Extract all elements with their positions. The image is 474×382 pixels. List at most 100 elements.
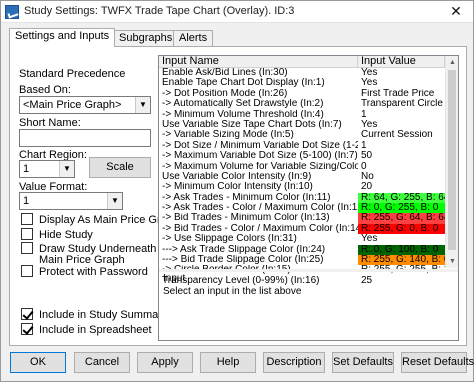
value-format-value: 1	[23, 195, 30, 207]
input-value-cell[interactable]: Transparent Circle	[358, 99, 445, 109]
inputs-grid: Input Name Input Value Enable Ask/Bid Li…	[158, 55, 459, 341]
input-value-cell[interactable]: Yes	[358, 120, 445, 130]
checkmark-icon	[21, 323, 33, 336]
input-value-cell[interactable]: No	[358, 172, 445, 182]
checkmark-icon	[21, 308, 33, 321]
title-bar: Study Settings: TWFX Trade Tape Chart (O…	[1, 1, 473, 23]
app-icon	[5, 5, 19, 19]
input-name-cell: -> Minimum Volume Threshold (In:4)	[162, 109, 324, 120]
table-row[interactable]: -> Variable Sizing Mode (In:5) Current Se…	[159, 130, 445, 140]
draw-study-underneath-label-line2: Main Price Graph	[39, 254, 125, 266]
chart-region-value: 1	[23, 163, 30, 175]
input-name-cell: ---> Ask Trade Slippage Color (In:24)	[162, 244, 326, 255]
column-header-input-name[interactable]: Input Name	[159, 56, 358, 68]
reset-defaults-button[interactable]: Reset Defaults	[401, 352, 474, 373]
input-value-cell[interactable]: 50	[358, 151, 445, 161]
input-value-cell[interactable]: 25	[358, 276, 445, 286]
input-value-cell[interactable]: 1	[358, 141, 445, 151]
chart-region-dropdown[interactable]: 1 ▼	[19, 160, 75, 178]
table-row[interactable]: -> Maximum Volume for Variable Sizing/Co…	[159, 162, 445, 172]
tab-subgraphs[interactable]: Subgraphs	[113, 30, 179, 46]
settings-panel: Standard Precedence Based On: <Main Pric…	[9, 46, 467, 346]
table-row[interactable]: Enable Ask/Bid Lines (In:30) Yes	[159, 68, 445, 78]
study-settings-window: Study Settings: TWFX Trade Tape Chart (O…	[0, 0, 474, 382]
hide-study-checkbox[interactable]: Hide Study	[21, 228, 93, 241]
chevron-down-icon: ▼	[59, 161, 74, 177]
table-row[interactable]: -> Use Slippage Colors (In:31) Yes	[159, 234, 445, 244]
table-row[interactable]: -> Bid Trades - Minimum Color (In:13) R: …	[159, 213, 445, 224]
table-row[interactable]: -> Dot Size / Minimum Variable Dot Size …	[159, 141, 445, 151]
input-value-cell[interactable]: Yes	[358, 234, 445, 244]
close-icon[interactable]: ✕	[439, 1, 473, 22]
input-name-cell: -> Bid Trades - Minimum Color (In:13)	[162, 213, 330, 224]
short-name-input[interactable]	[19, 129, 151, 147]
input-value-cell[interactable]: 0	[358, 162, 445, 172]
table-row[interactable]: -> Ask Trades - Minimum Color (In:11) R: …	[159, 192, 445, 204]
based-on-label: Based On:	[19, 84, 71, 96]
description-button[interactable]: Description	[263, 352, 325, 373]
input-name-cell: -> Variable Sizing Mode (In:5)	[162, 130, 294, 141]
table-row[interactable]: ---> Ask Trade Slippage Color (In:24) R: …	[159, 244, 445, 256]
scroll-thumb[interactable]	[448, 70, 456, 250]
input-name-cell: -> Use Slippage Colors (In:31)	[162, 234, 297, 245]
display-as-main-price-graph-checkbox[interactable]: Display As Main Price Graph	[21, 213, 179, 226]
input-value-cell[interactable]: R: 255, G: 0, B: 0	[358, 223, 445, 235]
input-name-cell: -> Ask Trades - Color / Maximum Color (I…	[162, 203, 358, 214]
input-value-cell[interactable]: Yes	[358, 68, 445, 78]
input-value-cell[interactable]: R: 0, G: 255, B: 0	[358, 203, 445, 214]
table-row[interactable]: -> Automatically Set Drawstyle (In:2) Tra…	[159, 99, 445, 109]
input-name-cell: ---> Bid Trade Slippage Color (In:25)	[162, 255, 324, 266]
table-row[interactable]: -> Minimum Color Intensity (In:10) 20	[159, 182, 445, 192]
table-row[interactable]: Transparency Level (0-99%) (In:16) 25	[159, 276, 445, 286]
input-name-cell: Use Variable Size Tape Chart Dots (In:7)	[162, 119, 342, 130]
grid-rows: Enable Ask/Bid Lines (In:30) Yes Enable Ta…	[159, 68, 445, 286]
standard-precedence-label: Standard Precedence	[19, 68, 126, 80]
protect-with-password-checkbox[interactable]: Protect with Password	[21, 265, 148, 278]
input-help-text: Select an input in the list above	[163, 286, 302, 297]
ok-button[interactable]: OK	[10, 352, 66, 373]
input-value-cell[interactable]: R: 64, G: 255, B: 64	[358, 192, 445, 204]
grid-scrollbar[interactable]: ▲ ▼	[445, 56, 458, 268]
include-in-study-summary-checkbox[interactable]: Include in Study Summary	[21, 308, 167, 321]
checkbox-icon	[21, 242, 33, 255]
pane-splitter[interactable]	[159, 269, 458, 272]
chevron-down-icon: ▼	[135, 97, 150, 113]
input-name-cell: -> Maximum Variable Dot Size (5-100) (In…	[162, 151, 358, 162]
input-value-cell[interactable]: Yes	[358, 78, 445, 88]
apply-button[interactable]: Apply	[137, 352, 193, 373]
table-row[interactable]: -> Bid Trades - Color / Maximum Color (I…	[159, 223, 445, 235]
table-row[interactable]: -> Minimum Volume Threshold (In:4) 1	[159, 110, 445, 120]
input-value-cell[interactable]: 20	[358, 182, 445, 192]
table-row[interactable]: Enable Tape Chart Dot Display (In:1) Yes	[159, 78, 445, 88]
scroll-down-icon[interactable]: ▼	[446, 255, 458, 268]
include-in-spreadsheet-checkbox[interactable]: Include in Spreadsheet	[21, 323, 152, 336]
input-value-cell[interactable]: 1	[358, 110, 445, 120]
input-value-cell[interactable]: Current Session	[358, 130, 445, 140]
scroll-up-icon[interactable]: ▲	[446, 56, 458, 69]
cancel-button[interactable]: Cancel	[74, 352, 130, 373]
tab-alerts[interactable]: Alerts	[173, 30, 214, 46]
input-name-cell: Transparency Level (0-99%) (In:16)	[162, 275, 320, 286]
input-name-cell: -> Bid Trades - Color / Maximum Color (I…	[162, 223, 358, 234]
table-row[interactable]: Use Variable Color Intensity (In:9) No	[159, 172, 445, 182]
input-value-cell[interactable]: R: 255, G: 64, B: 64	[358, 213, 445, 224]
based-on-dropdown[interactable]: <Main Price Graph> ▼	[19, 96, 151, 114]
checkbox-icon	[21, 265, 33, 278]
grid-header: Input Name Input Value	[159, 56, 445, 68]
checkbox-icon	[21, 213, 33, 226]
help-button[interactable]: Help	[200, 352, 256, 373]
set-defaults-button[interactable]: Set Defaults	[332, 352, 394, 373]
table-row[interactable]: -> Maximum Variable Dot Size (5-100) (In…	[159, 151, 445, 161]
input-value-cell[interactable]: R: 0, G: 100, B: 0	[358, 244, 445, 256]
input-value-cell[interactable]: R: 255, G: 140, B: 0	[358, 255, 445, 266]
table-row[interactable]: -> Dot Position Mode (In:26) First Trade …	[159, 89, 445, 99]
scale-button[interactable]: Scale	[89, 157, 151, 178]
tab-settings-and-inputs[interactable]: Settings and Inputs	[9, 28, 116, 47]
table-row[interactable]: Use Variable Size Tape Chart Dots (In:7)…	[159, 120, 445, 130]
input-name-cell: Enable Tape Chart Dot Display (In:1)	[162, 78, 325, 89]
value-format-dropdown[interactable]: 1 ▼	[19, 192, 123, 210]
table-row[interactable]: -> Ask Trades - Color / Maximum Color (I…	[159, 203, 445, 214]
table-row[interactable]: ---> Bid Trade Slippage Color (In:25) R: …	[159, 255, 445, 266]
column-header-input-value[interactable]: Input Value	[358, 56, 445, 68]
input-value-cell[interactable]: First Trade Price	[358, 89, 445, 99]
